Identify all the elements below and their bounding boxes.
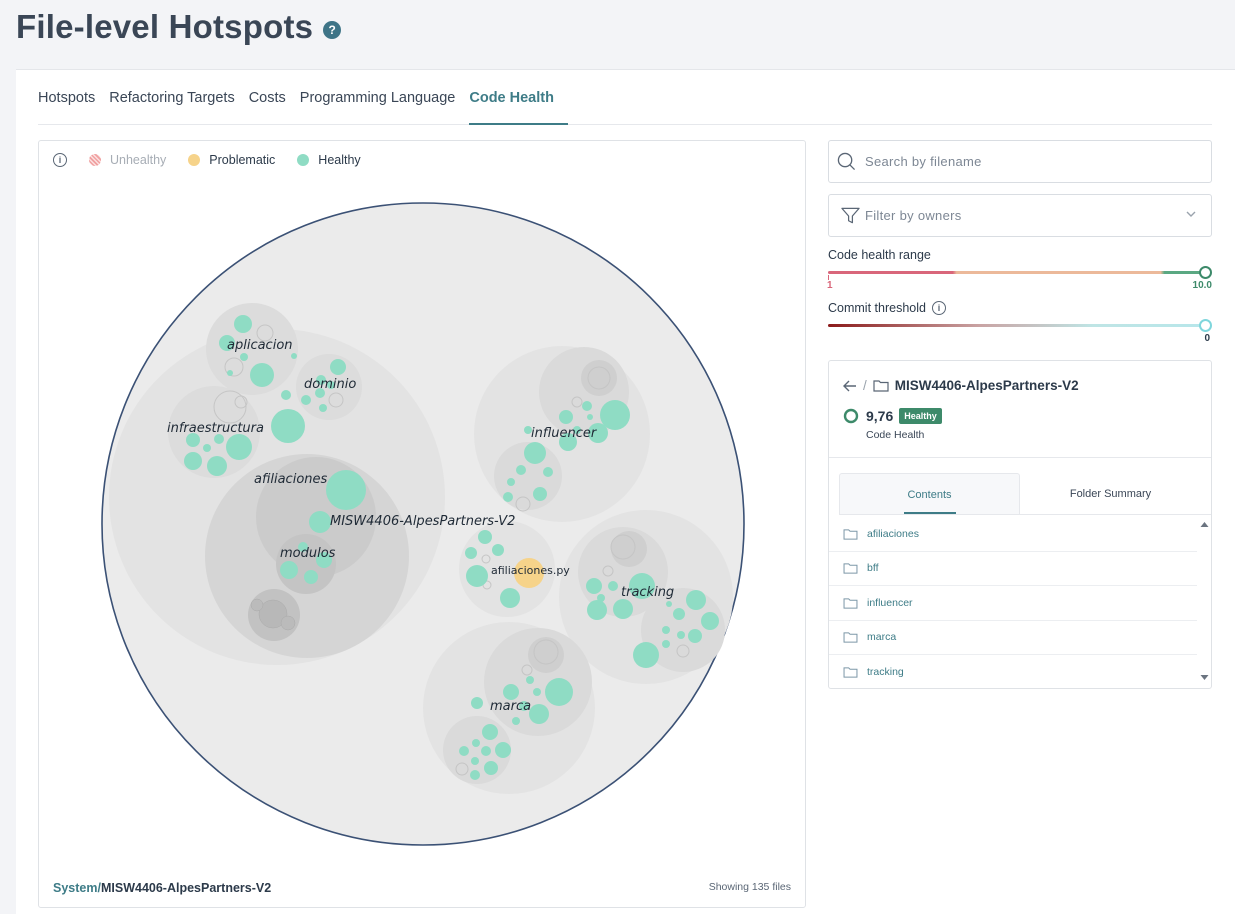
code-health-max-handle[interactable] [1199, 266, 1212, 279]
list-item-label: marca [867, 631, 897, 644]
label-dominio: dominio [304, 377, 356, 392]
file-count: Showing 135 files [708, 881, 791, 893]
unhealthy-dot [89, 154, 101, 166]
legend-info-icon[interactable]: i [53, 153, 67, 167]
scroll-up-icon[interactable] [1200, 522, 1209, 527]
legend-unhealthy-label: Unhealthy [110, 153, 167, 167]
owners-placeholder: Filter by owners [865, 208, 962, 223]
commit-threshold-value: 0 [1204, 333, 1210, 344]
label-afiliaciones-py: afiliaciones.py [491, 564, 570, 577]
label-root: MISW4406-AlpesPartners-V2 [330, 514, 515, 529]
tab-costs[interactable]: Costs [249, 70, 300, 124]
list-item-label: influencer [867, 596, 913, 609]
health-badge: Healthy [899, 408, 942, 424]
folder-icon [843, 598, 858, 609]
list-scrollbar[interactable] [1200, 521, 1209, 681]
label-aplicacion: aplicacion [227, 338, 293, 353]
hotspot-visualization: aplicacion dominio infraestructura afili… [38, 140, 806, 908]
crumb-separator: / [863, 378, 867, 393]
tab-code-health[interactable]: Code Health [469, 70, 568, 125]
folder-breadcrumb: / MISW4406-AlpesPartners-V2 [843, 378, 1079, 393]
main-card: Hotspots Refactoring Targets Costs Progr… [16, 69, 1235, 914]
breadcrumb: System/MISW4406-AlpesPartners-V2 [53, 881, 271, 895]
list-item-label: bff [867, 562, 879, 575]
page-title-text: File-level Hotspots [16, 8, 314, 45]
help-icon[interactable]: ? [323, 21, 342, 39]
commit-threshold-text: Commit threshold [828, 301, 926, 315]
list-item[interactable]: influencer [829, 586, 1197, 621]
legend-problematic[interactable]: Problematic [188, 153, 275, 167]
label-modulos: modulos [280, 546, 336, 561]
commit-threshold-info-icon[interactable]: i [931, 301, 946, 315]
folder-icon [843, 632, 858, 643]
commit-threshold-slider[interactable] [828, 316, 1212, 336]
subfolder[interactable] [581, 360, 617, 396]
folder-name: MISW4406-AlpesPartners-V2 [894, 378, 1079, 393]
health-label: Code Health [866, 429, 925, 441]
health-score: 9,76 [866, 408, 894, 424]
tab-hotspots[interactable]: Hotspots [38, 70, 109, 124]
folder-icon [843, 529, 858, 540]
health-row: 9,76 Healthy [843, 408, 942, 424]
code-health-ticks: 1 10.0 [827, 280, 1212, 297]
tab-bar: Hotspots Refactoring Targets Costs Progr… [38, 70, 1212, 125]
tab-programming-language[interactable]: Programming Language [300, 70, 470, 124]
label-marca: marca [490, 699, 531, 714]
list-item[interactable]: tracking [829, 655, 1197, 690]
folder-tabs: Contents Folder Summary [839, 473, 1211, 515]
code-health-range-label: Code health range [828, 248, 931, 262]
filter-icon [841, 207, 860, 224]
code-health-max-label: 10.0 [1192, 280, 1212, 291]
label-infraestructura: infraestructura [167, 421, 264, 436]
search-icon [837, 152, 856, 171]
tab-refactoring-targets[interactable]: Refactoring Targets [109, 70, 248, 124]
commit-threshold-label: Commit threshold i [828, 301, 1212, 315]
folder-icon [843, 563, 858, 574]
divider [829, 457, 1211, 458]
code-health-min-label: 1 [827, 280, 833, 291]
chevron-down-icon [1186, 211, 1196, 217]
folder-info-card: / MISW4406-AlpesPartners-V2 9,76 Healthy… [828, 360, 1212, 689]
page-title: File-level Hotspots ? [16, 8, 342, 46]
gray-leaf[interactable] [250, 598, 264, 612]
list-item-label: tracking [867, 666, 904, 679]
code-health-slider[interactable] [828, 263, 1212, 283]
folder-list: afiliaciones bff influencer marca tracki… [829, 517, 1197, 687]
commit-threshold-track [828, 324, 1206, 327]
list-item-label: afiliaciones [867, 527, 919, 540]
commit-threshold-handle[interactable] [1199, 319, 1212, 332]
problematic-dot [188, 154, 201, 166]
commit-threshold-ticks: 0 [828, 333, 1212, 350]
label-tracking: tracking [621, 585, 674, 600]
folder-icon [843, 667, 858, 678]
back-arrow-icon[interactable] [843, 380, 857, 392]
list-item[interactable]: marca [829, 621, 1197, 655]
label-influencer: influencer [531, 426, 598, 441]
legend: i Unhealthy Problematic Healthy [53, 153, 383, 167]
owners-filter[interactable]: Filter by owners [828, 194, 1212, 237]
subfolder[interactable] [528, 637, 564, 673]
search-placeholder: Search by filename [865, 154, 982, 169]
list-item[interactable]: bff [829, 552, 1197, 586]
legend-problematic-label: Problematic [209, 153, 276, 167]
folder-icon [873, 380, 889, 392]
tab-contents[interactable]: Contents [839, 473, 1020, 514]
legend-unhealthy[interactable]: Unhealthy [89, 153, 166, 167]
code-health-track [828, 271, 1206, 274]
circle-pack[interactable]: aplicacion dominio infraestructura afili… [39, 141, 806, 908]
breadcrumb-current: MISW4406-AlpesPartners-V2 [100, 881, 272, 895]
gray-leaf[interactable] [280, 615, 296, 631]
list-item[interactable]: afiliaciones [829, 517, 1197, 552]
search-input[interactable]: Search by filename [828, 140, 1212, 183]
label-afiliaciones: afiliaciones [254, 472, 328, 487]
side-panel: Search by filename Filter by owners Code… [827, 140, 1212, 689]
legend-healthy[interactable]: Healthy [297, 153, 361, 167]
health-ring-icon [843, 408, 859, 424]
tab-folder-summary[interactable]: Folder Summary [1020, 473, 1201, 514]
healthy-dot [297, 154, 310, 166]
scroll-down-icon[interactable] [1200, 675, 1209, 680]
legend-healthy-label: Healthy [318, 153, 361, 167]
breadcrumb-system-link[interactable]: System [53, 881, 97, 895]
